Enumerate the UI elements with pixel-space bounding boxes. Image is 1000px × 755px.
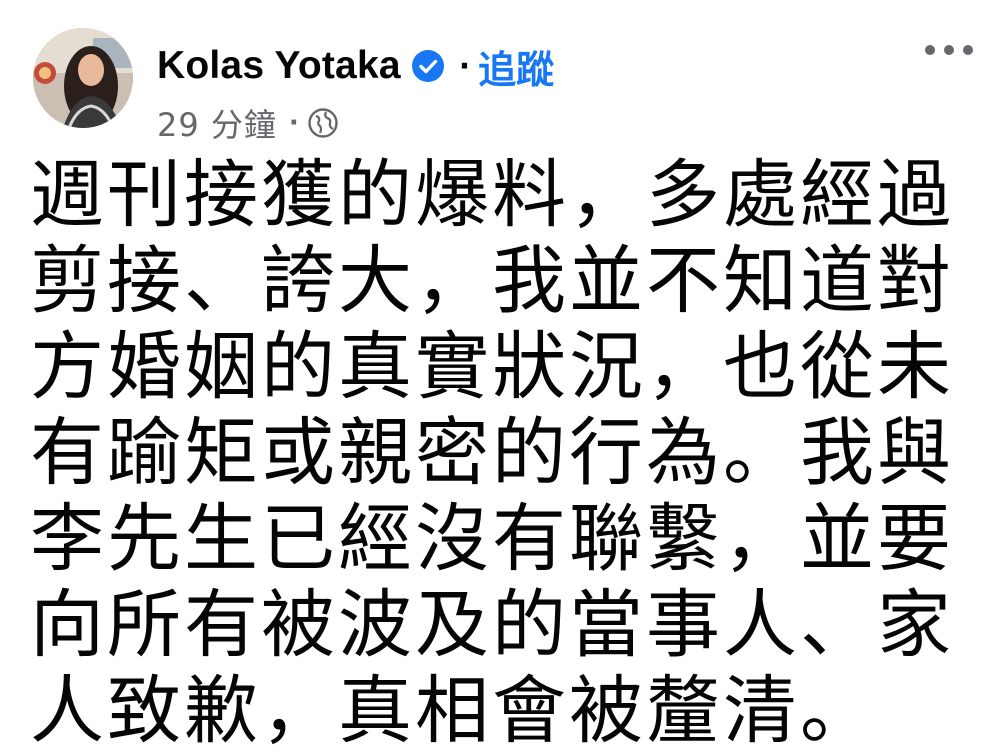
avatar-image <box>33 28 133 128</box>
verified-badge-icon <box>411 49 445 83</box>
post-header: Kolas Yotaka · 追蹤 29 分鐘 · <box>0 0 1000 150</box>
more-options-icon[interactable] <box>925 32 973 68</box>
more-dot <box>944 45 954 55</box>
more-dot <box>925 45 935 55</box>
post-timestamp[interactable]: 29 分鐘 <box>157 100 277 146</box>
more-dot <box>963 45 973 55</box>
author-line: Kolas Yotaka · 追蹤 <box>157 36 554 96</box>
author-avatar[interactable] <box>33 28 133 128</box>
separator-dot: · <box>458 48 471 84</box>
meta-separator-dot: · <box>288 108 299 138</box>
author-name[interactable]: Kolas Yotaka <box>157 44 401 88</box>
globe-icon[interactable] <box>307 107 339 139</box>
follow-button[interactable]: 追蹤 <box>478 39 554 94</box>
post-meta: 29 分鐘 · <box>157 100 339 146</box>
post-body-text: 週刊接獲的爆料，多處經過剪接、誇大，我並不知道對方婚姻的真實狀況，也從未有踰矩或… <box>30 152 954 754</box>
